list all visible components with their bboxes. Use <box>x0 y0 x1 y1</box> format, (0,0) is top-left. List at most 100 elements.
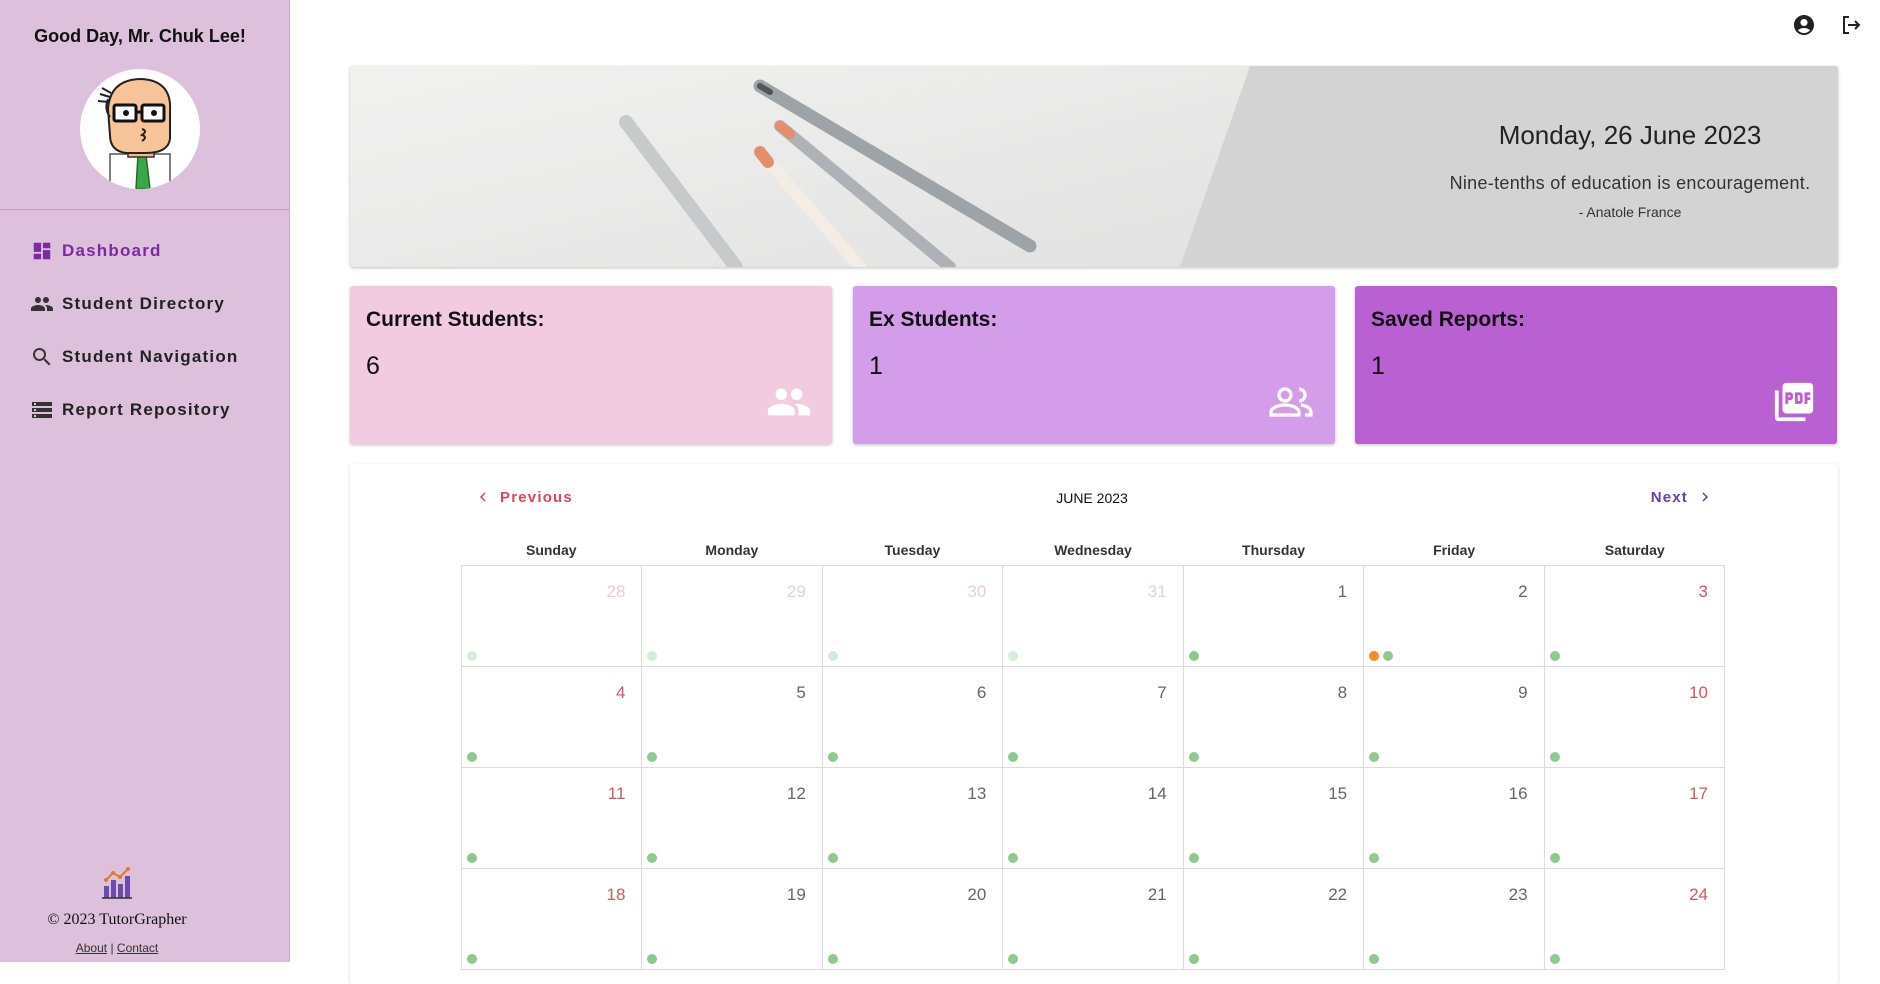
calendar-day-cell[interactable]: 10 <box>1544 667 1725 768</box>
calendar-day-cell[interactable]: 3 <box>1544 566 1725 667</box>
event-dot[interactable] <box>1369 853 1380 863</box>
calendar-day-cell[interactable]: 17 <box>1544 768 1725 869</box>
sidebar-item-student-navigation[interactable]: Student Navigation <box>0 330 290 383</box>
calendar-day-cell[interactable]: 20 <box>822 869 1004 970</box>
event-dot[interactable] <box>1188 651 1199 661</box>
calendar-day-cell[interactable]: 13 <box>822 768 1004 869</box>
event-dot[interactable] <box>1549 853 1560 863</box>
event-dot[interactable] <box>467 853 477 863</box>
event-dots <box>827 752 838 762</box>
calendar-day-cell[interactable]: 24 <box>1544 869 1725 970</box>
ex-students-card[interactable]: Ex Students: 1 <box>853 286 1335 444</box>
event-dot[interactable] <box>467 651 477 661</box>
event-dot[interactable] <box>647 954 658 964</box>
calendar-day-cell[interactable]: 14 <box>1003 768 1184 869</box>
calendar-day-cell[interactable]: 9 <box>1364 667 1545 768</box>
previous-month-button[interactable]: Previous <box>474 488 573 506</box>
sidebar-item-student-directory[interactable]: Student Directory <box>0 277 290 330</box>
event-dot[interactable] <box>1383 651 1394 661</box>
event-dot[interactable] <box>827 853 838 863</box>
sidebar-item-report-repository[interactable]: Report Repository <box>0 383 290 436</box>
quote-author: - Anatole France <box>1578 204 1682 220</box>
day-number: 21 <box>1147 885 1167 904</box>
event-dot[interactable] <box>1369 954 1380 964</box>
day-number: 11 <box>607 784 626 803</box>
cartoon-avatar-image <box>97 77 172 189</box>
event-dots <box>1188 853 1199 863</box>
event-dot[interactable] <box>1188 752 1199 762</box>
event-dots <box>1369 651 1394 661</box>
calendar-day-cell[interactable]: 19 <box>642 869 823 970</box>
event-dot[interactable] <box>1008 651 1019 661</box>
weekday-label: Wednesday <box>1054 542 1132 558</box>
day-number: 16 <box>1508 784 1528 803</box>
calendar-day-cell[interactable]: 12 <box>642 768 823 869</box>
weekday-label: Thursday <box>1242 542 1306 558</box>
calendar-day-cell[interactable]: 30 <box>822 566 1004 667</box>
weekday-label: Monday <box>705 542 759 558</box>
day-number: 3 <box>1698 582 1708 601</box>
day-number: 30 <box>967 582 987 601</box>
sidebar-item-dashboard[interactable]: Dashboard <box>0 224 290 277</box>
next-month-button[interactable]: Next <box>1651 488 1714 506</box>
calendar-day-cell[interactable]: 21 <box>1003 869 1184 970</box>
calendar-day-cell[interactable]: 29 <box>642 566 823 667</box>
calendar-day-cell[interactable]: 2 <box>1364 566 1545 667</box>
previous-label: Previous <box>500 488 573 506</box>
event-dot[interactable] <box>1008 954 1019 964</box>
event-dot[interactable] <box>827 651 838 661</box>
calendar-day-cell[interactable]: 15 <box>1183 768 1365 869</box>
contact-link[interactable]: Contact <box>117 941 158 955</box>
event-dot[interactable] <box>1549 954 1560 964</box>
event-dot[interactable] <box>1008 752 1019 762</box>
calendar-day-cell[interactable]: 5 <box>642 667 823 768</box>
calendar-day-cell[interactable]: 1 <box>1183 566 1365 667</box>
event-dots <box>1008 651 1019 661</box>
event-dot[interactable] <box>1369 752 1380 762</box>
day-number: 8 <box>1337 683 1348 702</box>
card-value: 1 <box>1371 352 1385 380</box>
event-dot[interactable] <box>1008 853 1019 863</box>
event-dot[interactable] <box>467 752 477 762</box>
event-dot[interactable] <box>1549 752 1560 762</box>
event-dot[interactable] <box>1549 651 1560 661</box>
event-dot[interactable] <box>467 954 477 964</box>
calendar-day-cell[interactable]: 8 <box>1183 667 1365 768</box>
sidebar-item-label: Report Repository <box>62 399 231 419</box>
calendar-day-cell[interactable]: 31 <box>1003 566 1184 667</box>
calendar-day-cell[interactable]: 28 <box>462 566 643 667</box>
current-students-card[interactable]: Current Students: 6 <box>350 286 832 444</box>
event-dots <box>1549 853 1560 863</box>
saved-reports-card[interactable]: Saved Reports: 1 <box>1355 286 1837 444</box>
logout-icon[interactable] <box>1838 12 1864 38</box>
event-dot[interactable] <box>1188 853 1199 863</box>
about-link[interactable]: About <box>76 941 107 955</box>
month-label: JUNE 2023 <box>1056 490 1128 506</box>
calendar-day-cell[interactable]: 22 <box>1183 869 1365 970</box>
event-dot[interactable] <box>647 651 658 661</box>
calendar-day-cell[interactable]: 23 <box>1364 869 1545 970</box>
event-dot[interactable] <box>827 752 838 762</box>
event-dot[interactable] <box>647 752 658 762</box>
event-dots <box>647 752 658 762</box>
day-number: 9 <box>1518 683 1528 702</box>
calendar-day-cell[interactable]: 4 <box>462 667 643 768</box>
event-dot[interactable] <box>827 954 838 964</box>
sidebar-divider <box>0 209 290 210</box>
calendar-day-cell[interactable]: 16 <box>1364 768 1545 869</box>
chevron-right-icon <box>1702 492 1708 502</box>
event-dots <box>1008 853 1019 863</box>
calendar-day-cell[interactable]: 11 <box>462 768 643 869</box>
event-dot[interactable] <box>1369 651 1380 661</box>
calendar-day-cell[interactable]: 6 <box>822 667 1004 768</box>
day-number: 10 <box>1689 683 1708 702</box>
event-dots <box>1369 853 1380 863</box>
current-date: Monday, 26 June 2023 <box>1498 120 1762 150</box>
calendar-day-cell[interactable]: 7 <box>1003 667 1184 768</box>
calendar-day-cell[interactable]: 18 <box>462 869 643 970</box>
event-dot[interactable] <box>647 853 658 863</box>
event-dot[interactable] <box>1188 954 1199 964</box>
calendar: Previous JUNE 2023 Next Sunday Monday Tu… <box>350 464 1838 984</box>
account-circle-icon[interactable] <box>1791 12 1817 38</box>
event-dots <box>1549 954 1560 964</box>
